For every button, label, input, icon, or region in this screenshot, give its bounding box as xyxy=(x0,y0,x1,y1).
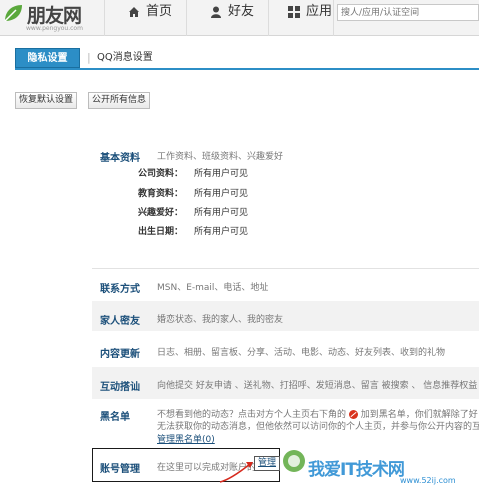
nav-divider xyxy=(268,0,269,36)
restore-default-button[interactable]: 恢复默认设置 xyxy=(15,92,78,109)
contact-desc: MSN、E-mail、电话、地址 xyxy=(157,283,269,293)
leaf-logo-icon xyxy=(4,5,22,22)
nav-divider xyxy=(333,0,334,36)
top-navigation-bar: 朋友网 www.pengyou.com 首页 好友 应用 xyxy=(0,0,479,36)
interaction-desc: 向他提交 好友申请 、送礼物、打招呼、发短消息、留言 被搜索 、 信息推荐权益 xyxy=(157,381,478,391)
grid-icon xyxy=(288,5,300,18)
person-icon xyxy=(211,6,221,18)
make-all-public-button[interactable]: 公开所有信息 xyxy=(88,92,151,109)
nav-friends-label: 好友 xyxy=(228,4,255,19)
basic-info-title: 基本资料 xyxy=(100,153,140,164)
content-updates-desc: 日志、相册、留言板、分享、活动、电影、动态、好友列表、收到的礼物 xyxy=(157,348,446,358)
manage-blacklist-link[interactable]: 管理黑名单(0) xyxy=(157,432,215,445)
family-desc: 婚恋状态、我的家人、我的密友 xyxy=(157,315,284,325)
blacklist-desc-line2: 无法获取你的动态消息，但他依然可以访问你的个人主页，并参与你公开内容的互 xyxy=(157,422,479,432)
pengyou-logo[interactable]: 朋友网 www.pengyou.com xyxy=(0,0,100,36)
nav-home-label: 首页 xyxy=(146,4,173,19)
tab-qq-message-settings[interactable]: QQ消息设置 xyxy=(97,48,153,68)
home-icon xyxy=(129,6,139,17)
company-info-label: 公司资料： xyxy=(137,169,183,179)
search-input[interactable] xyxy=(337,4,479,21)
tab-underline xyxy=(15,68,479,70)
nav-home[interactable]: 首页 xyxy=(128,0,172,36)
interaction-title: 互动搭讪 xyxy=(100,382,140,393)
red-arrow-icon xyxy=(219,462,253,483)
nav-divider xyxy=(104,0,105,36)
nav-friends[interactable]: 好友 xyxy=(210,0,254,36)
content-updates-title: 内容更新 xyxy=(100,349,140,360)
nav-divider xyxy=(186,0,187,36)
basic-info-desc: 工作资料、班级资料、兴趣爱好 xyxy=(157,152,284,162)
contact-section[interactable] xyxy=(92,269,479,299)
logo-url: www.pengyou.com xyxy=(26,25,83,32)
watermark-text: 我爱IT技术网 xyxy=(308,460,405,480)
watermark-url: www.52ij.com xyxy=(400,476,456,485)
family-title: 家人密友 xyxy=(100,316,140,327)
nav-apps-label: 应用 xyxy=(306,4,333,19)
interests-label: 兴趣爱好： xyxy=(137,208,183,218)
account-manage-button[interactable]: 管理 xyxy=(254,456,281,471)
interests-visibility[interactable]: 所有用户可见 xyxy=(194,205,248,218)
birthdate-label: 出生日期： xyxy=(137,227,183,237)
tab-privacy-settings[interactable]: 隐私设置 xyxy=(15,48,80,68)
watermark-logo-icon xyxy=(283,450,305,472)
logo-text: 朋友网 xyxy=(27,5,82,27)
tab-divider: | xyxy=(87,51,91,64)
blacklist-title: 黑名单 xyxy=(100,412,130,423)
education-info-visibility[interactable]: 所有用户可见 xyxy=(194,186,248,199)
birthdate-visibility[interactable]: 所有用户可见 xyxy=(194,224,248,237)
nav-apps[interactable]: 应用 xyxy=(288,0,332,36)
company-info-visibility[interactable]: 所有用户可见 xyxy=(194,166,248,179)
contact-title: 联系方式 xyxy=(100,284,140,295)
block-icon xyxy=(348,410,358,419)
account-title: 账号管理 xyxy=(100,464,140,475)
family-section[interactable] xyxy=(92,301,479,331)
education-info-label: 教育资料： xyxy=(137,189,183,199)
